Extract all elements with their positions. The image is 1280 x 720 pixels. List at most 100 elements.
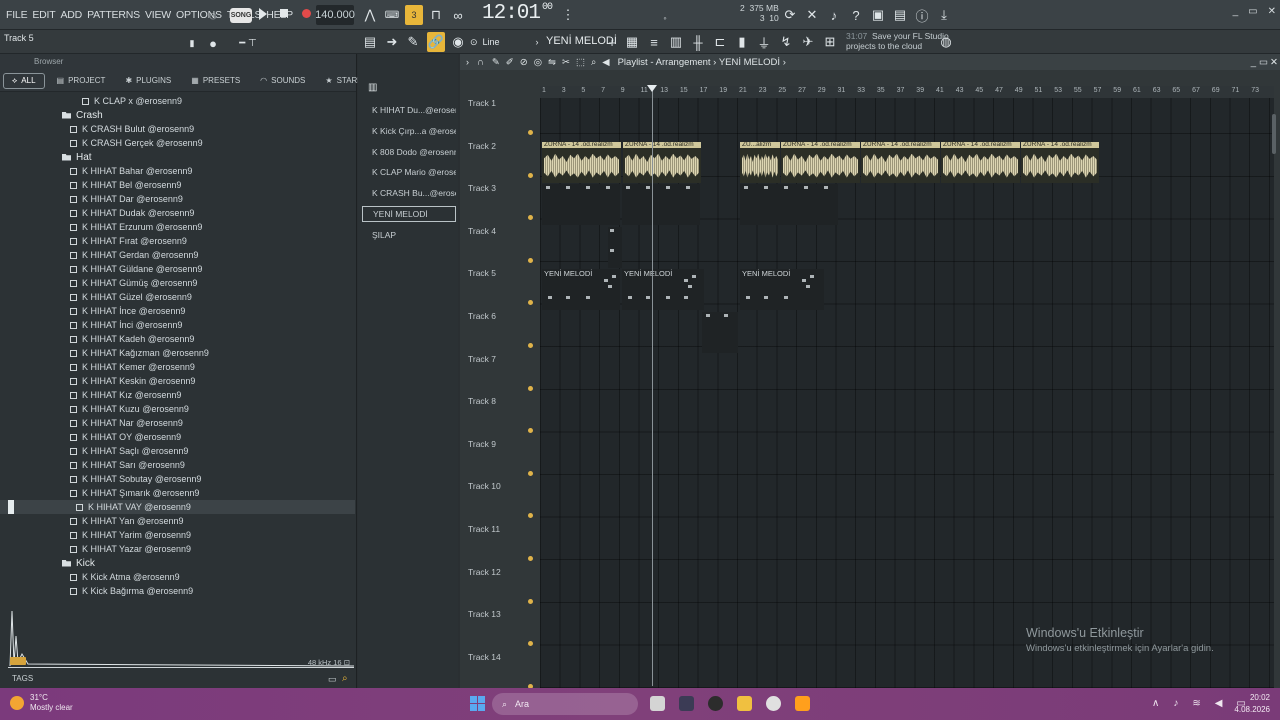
save-icon[interactable]: ▣ [870, 5, 886, 25]
track-header[interactable]: Track 8 [468, 396, 496, 406]
slip-tool-icon[interactable]: ⇋ [548, 57, 556, 68]
picker-menu-icon[interactable]: ▥ [368, 82, 384, 96]
browser-file[interactable]: K CLAP x @erosenn9 [0, 94, 355, 108]
menu-add[interactable]: ADD [61, 9, 83, 21]
record-button[interactable] [302, 9, 311, 18]
search-icon[interactable]: ⌕ [342, 673, 348, 684]
browser-file[interactable]: K HIHAT Gerdan @erosenn9 [0, 248, 355, 262]
paint-icon[interactable]: ✈ [800, 32, 816, 52]
audio-clip[interactable]: ZURNA - 14 .od.realizm [861, 141, 940, 183]
weather-widget[interactable]: 31°C Mostly clear [10, 693, 73, 713]
tab-sounds[interactable]: ◠ SOUNDS [252, 73, 313, 89]
countdown-icon[interactable]: 3 [405, 5, 423, 25]
track-mute-led[interactable] [528, 300, 533, 306]
add-pattern-icon[interactable]: + [606, 32, 618, 52]
track-header[interactable]: Track 11 [468, 524, 500, 534]
audio-clip[interactable]: ZU...alizm [740, 141, 780, 183]
tab-plugins[interactable]: ✱ PLUGINS [117, 73, 179, 89]
audio-clip[interactable]: ZURNA - 14 .od.realizm [1021, 141, 1099, 183]
track-header[interactable]: Track 10 [468, 481, 501, 491]
track-mute-led[interactable] [528, 470, 533, 476]
track-header[interactable]: Track 9 [468, 439, 496, 449]
pattern-clip[interactable]: YENİ MELODİ [622, 269, 704, 311]
browser-file[interactable]: K HIHAT Dudak @erosenn9 [0, 206, 355, 220]
preview-play-button[interactable] [10, 657, 26, 665]
pattern-clip[interactable] [702, 312, 738, 353]
magnet-icon[interactable]: ∩ [477, 57, 484, 68]
track-mute-led[interactable] [528, 215, 533, 221]
tag-folder-icon[interactable]: ▭ [328, 674, 337, 685]
master-volume-slider[interactable]: ━ ⊤ [235, 33, 261, 53]
browser-file[interactable]: K HIHAT İnce @erosenn9 [0, 304, 355, 318]
pattern-clip[interactable] [542, 184, 620, 226]
browser-file[interactable]: K HIHAT Sobutay @erosenn9 [0, 472, 355, 486]
fader-icon[interactable]: ╫ [690, 32, 706, 52]
menu-patterns[interactable]: PATTERNS [87, 9, 140, 21]
obs-icon[interactable] [708, 696, 723, 711]
piano-roll-icon[interactable]: ▥ [668, 32, 684, 52]
browser-file[interactable]: K HIHAT Saçlı @erosenn9 [0, 444, 355, 458]
picker-item[interactable]: K Kick Çırp...a @erosenn9 [362, 123, 456, 139]
browser-file[interactable]: K HIHAT Bahar @erosenn9 [0, 164, 355, 178]
browser-file[interactable]: K HIHAT Güzel @erosenn9 [0, 290, 355, 304]
snap-selector[interactable]: ⊙ Line [470, 32, 530, 52]
browser-file[interactable]: K HIHAT Nar @erosenn9 [0, 416, 355, 430]
browser-file[interactable]: K HIHAT Kuzu @erosenn9 [0, 402, 355, 416]
select-tool-icon[interactable]: ⬚ [576, 57, 585, 68]
browser-file[interactable]: K HIHAT Kemer @erosenn9 [0, 360, 355, 374]
browser-folder[interactable]: Hat [0, 150, 355, 164]
metronome-icon[interactable]: ⋀ [362, 5, 378, 25]
browser-file[interactable]: K HIHAT Kadeh @erosenn9 [0, 332, 355, 346]
chrome-icon[interactable] [766, 696, 781, 711]
browser-file[interactable]: K HIHAT Yan @erosenn9 [0, 514, 355, 528]
task-view-icon[interactable] [650, 696, 665, 711]
minimize-icon[interactable]: _ [1233, 6, 1239, 17]
track-mute-led[interactable] [528, 385, 533, 391]
track-mute-led[interactable] [528, 598, 533, 604]
picker-item[interactable]: K HIHAT Du...@erosenn9 [362, 102, 456, 118]
browser-file[interactable]: K HIHAT Erzurum @erosenn9 [0, 220, 355, 234]
picker-item[interactable]: K CLAP Mario @erosenn9 [362, 164, 456, 180]
browser-file[interactable]: K HIHAT Kız @erosenn9 [0, 388, 355, 402]
browser-file[interactable]: K HIHAT Kağızman @erosenn9 [0, 346, 355, 360]
track-header[interactable]: Track 6 [468, 311, 496, 321]
track-mute-led[interactable] [528, 556, 533, 561]
taskbar-clock[interactable]: 20:02 4.08.2026 [1234, 692, 1270, 716]
widgets-icon[interactable] [679, 696, 694, 711]
track-mute-led[interactable] [528, 513, 533, 519]
track-header[interactable]: Track 14 [468, 652, 501, 662]
slice-tool-icon[interactable]: ✂ [562, 57, 570, 68]
time-display[interactable]: 12:01 00 [482, 2, 553, 25]
tags-label[interactable]: TAGS [12, 674, 33, 683]
browser-file[interactable]: K HIHAT Yarim @erosenn9 [0, 528, 355, 542]
browser-tree[interactable]: K CLAP x @erosenn9 Crash K CRASH Bulut @er… [0, 94, 355, 604]
picker-item[interactable]: ŞILAP [362, 227, 456, 243]
browser-file[interactable]: K HIHAT Şımarık @erosenn9 [0, 486, 355, 500]
playlist-close-icon[interactable]: ✕ [1270, 57, 1278, 68]
play-button[interactable] [259, 8, 267, 20]
arrangement-grid[interactable]: ZURNA - 14 .od.realizm ZURNA - 14 .od.rea… [540, 98, 1274, 688]
track-header[interactable]: Track 2 [468, 141, 496, 151]
browser-file[interactable]: K CRASH Gerçek @erosenn9 [0, 136, 355, 150]
browser-file[interactable]: K HIHAT Gümüş @erosenn9 [0, 276, 355, 290]
pattern-clip[interactable]: YENİ MELODİ [542, 269, 620, 311]
browser-file[interactable]: K HIHAT Bel @erosenn9 [0, 178, 355, 192]
browser-file[interactable]: K HIHAT Dar @erosenn9 [0, 192, 355, 206]
zoom-tool-icon[interactable]: ⌕ [591, 57, 596, 68]
loop-record-icon[interactable]: ∞ [450, 5, 466, 25]
info-icon[interactable]: ⓘ [914, 5, 930, 25]
track-mute-led[interactable] [528, 172, 533, 178]
picker-item[interactable]: K CRASH Bu...@erosenn9 [362, 185, 456, 201]
step-edit-icon[interactable]: ⊓ [428, 5, 444, 25]
browser-file[interactable]: K CRASH Bulut @erosenn9 [0, 122, 355, 136]
audio-clip[interactable]: ZURNA - 14 .od.realizm [781, 141, 860, 183]
view-playlist-icon[interactable]: ▤ [362, 32, 378, 52]
mixer-icon[interactable]: ≡ [646, 32, 662, 52]
plugin-database-icon[interactable]: ▤ [892, 5, 908, 25]
wifi-icon[interactable]: ≋ [1192, 698, 1200, 709]
audio-clip[interactable]: ZURNA - 14 .od.realizm [542, 141, 621, 183]
song-position-knob-icon[interactable]: ◌ [203, 5, 223, 25]
microphone-icon[interactable]: ♪ [826, 5, 842, 25]
pattern-prev-icon[interactable]: › [532, 32, 542, 52]
sample-options-icon[interactable]: ⊡ [344, 658, 350, 667]
